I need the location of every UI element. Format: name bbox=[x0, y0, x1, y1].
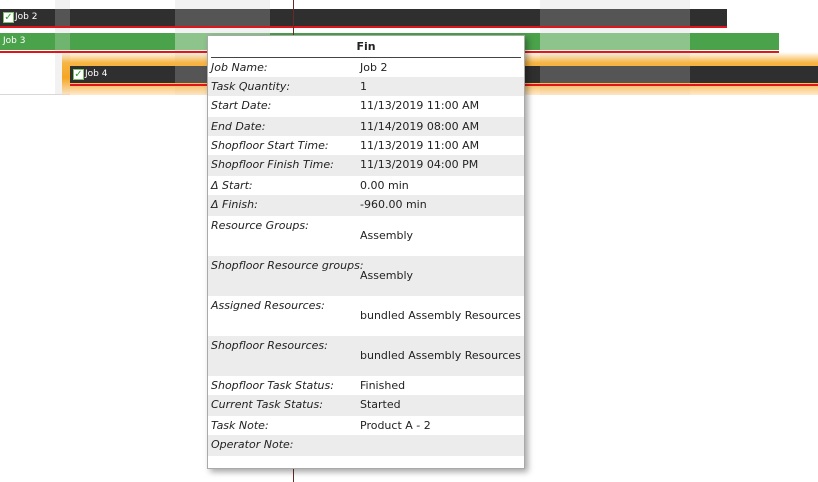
tooltip-key: Current Task Status: bbox=[211, 398, 323, 411]
tooltip-key: Δ Finish: bbox=[211, 198, 258, 211]
tooltip-value: Started bbox=[360, 398, 401, 411]
tooltip-row-shopfloor-start-time: Shopfloor Start Time: 11/13/2019 11:00 AM bbox=[208, 136, 524, 155]
tooltip-row-delta-finish: Δ Finish: -960.00 min bbox=[208, 195, 524, 216]
tooltip-key: Task Quantity: bbox=[211, 80, 291, 93]
tooltip-key: End Date: bbox=[211, 120, 266, 133]
tooltip-key: Job Name: bbox=[211, 61, 268, 74]
tooltip-row-job-name: Job Name: Job 2 bbox=[208, 58, 524, 77]
bar-shade bbox=[55, 33, 70, 50]
tooltip-row-shopfloor-task-status: Shopfloor Task Status: Finished bbox=[208, 376, 524, 395]
bar-shade bbox=[540, 9, 690, 26]
tooltip-key: Resource Groups: bbox=[211, 219, 309, 232]
bar-shade bbox=[540, 66, 690, 83]
tooltip-title: Fin bbox=[211, 36, 521, 58]
tooltip-value: Assembly bbox=[360, 229, 414, 242]
tooltip-key: Assigned Resources: bbox=[211, 299, 325, 312]
tooltip-value: Assembly bbox=[360, 269, 414, 282]
gantt-bar-job-2[interactable]: ✓ Job 2 bbox=[0, 9, 727, 26]
gantt-bar-label: Job 2 bbox=[15, 12, 38, 22]
tooltip-row-start-date: Start Date: 11/13/2019 11:00 AM bbox=[208, 96, 524, 117]
tooltip-value: bundled Assembly Resources bbox=[360, 349, 521, 362]
tooltip-key: Δ Start: bbox=[211, 179, 253, 192]
tooltip-row-operator-note: Operator Note: bbox=[208, 435, 524, 456]
tooltip-value: 1 bbox=[360, 80, 367, 93]
tooltip-key: Shopfloor Start Time: bbox=[211, 139, 329, 152]
bar-shade bbox=[175, 9, 270, 26]
tooltip-value: 11/14/2019 08:00 AM bbox=[360, 120, 480, 133]
tooltip-key: Operator Note: bbox=[211, 438, 294, 451]
tooltip-value: 11/13/2019 11:00 AM bbox=[360, 99, 480, 112]
tooltip-value: 0.00 min bbox=[360, 179, 409, 192]
tooltip-value: bundled Assembly Resources bbox=[360, 309, 521, 322]
tooltip-row-task-quantity: Task Quantity: 1 bbox=[208, 77, 524, 96]
tooltip-key: Shopfloor Task Status: bbox=[211, 379, 334, 392]
tooltip-key: Task Note: bbox=[211, 419, 269, 432]
tooltip-key: Shopfloor Resource groups: bbox=[211, 259, 364, 272]
bar-shade bbox=[55, 9, 70, 26]
tooltip-value: 11/13/2019 04:00 PM bbox=[360, 158, 479, 171]
tooltip-key: Start Date: bbox=[211, 99, 272, 112]
tooltip-row-delta-start: Δ Start: 0.00 min bbox=[208, 176, 524, 195]
gantt-bar-label: Job 3 bbox=[3, 36, 26, 46]
tooltip-row-task-note: Task Note: Product A - 2 bbox=[208, 416, 524, 435]
tooltip-row-shopfloor-finish-time: Shopfloor Finish Time: 11/13/2019 04:00 P… bbox=[208, 155, 524, 176]
tooltip-value: 11/13/2019 11:00 AM bbox=[360, 139, 480, 152]
tooltip-value: Job 2 bbox=[360, 61, 388, 74]
tooltip-key: Shopfloor Resources: bbox=[211, 339, 328, 352]
gantt-red-line bbox=[0, 26, 727, 28]
tooltip-row-assigned-resources: Assigned Resources: bundled Assembly Reso… bbox=[208, 296, 524, 336]
tooltip-value: Finished bbox=[360, 379, 406, 392]
bar-shade bbox=[540, 33, 690, 50]
task-tooltip: Fin Job Name: Job 2 Task Quantity: 1 Start D… bbox=[207, 35, 525, 469]
tooltip-row-shopfloor-resource-groups: Shopfloor Resource groups: Assembly bbox=[208, 256, 524, 296]
tooltip-value: Product A - 2 bbox=[360, 419, 431, 432]
tooltip-rows: Job Name: Job 2 Task Quantity: 1 Start Date:… bbox=[208, 58, 524, 456]
tooltip-row-resource-groups: Resource Groups: Assembly bbox=[208, 216, 524, 256]
gantt-row-divider bbox=[0, 94, 70, 95]
tooltip-value: -960.00 min bbox=[360, 198, 427, 211]
tooltip-row-shopfloor-resources: Shopfloor Resources: bundled Assembly Res… bbox=[208, 336, 524, 376]
gantt-bar-label: Job 4 bbox=[85, 69, 108, 79]
tooltip-key: Shopfloor Finish Time: bbox=[211, 158, 334, 171]
tooltip-row-end-date: End Date: 11/14/2019 08:00 AM bbox=[208, 117, 524, 136]
tooltip-row-current-task-status: Current Task Status: Started bbox=[208, 395, 524, 416]
